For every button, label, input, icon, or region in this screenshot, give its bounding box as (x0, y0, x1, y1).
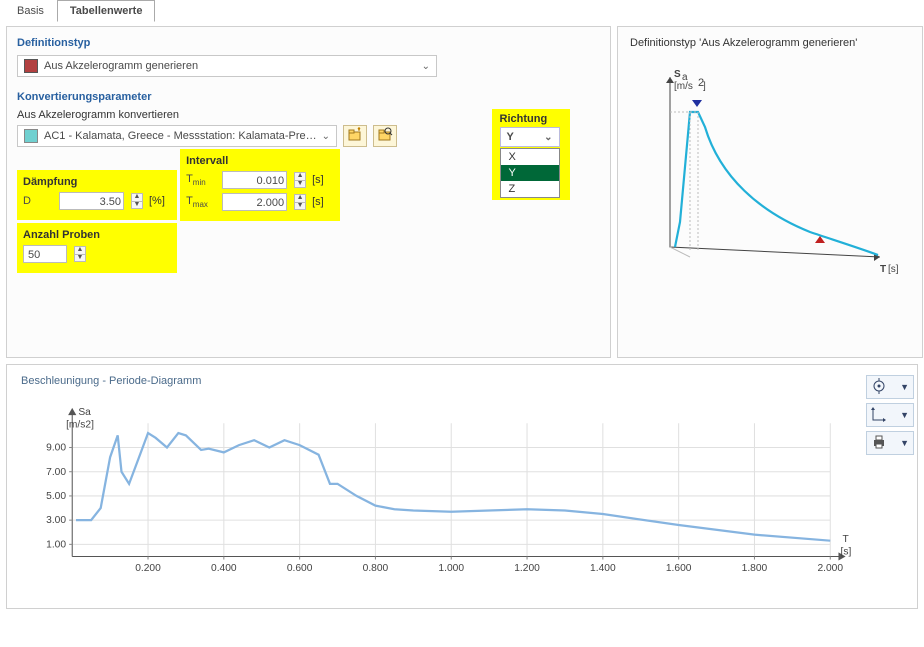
svg-text:1.000: 1.000 (438, 563, 464, 574)
svg-text:5.00: 5.00 (46, 491, 66, 502)
printer-icon (871, 434, 887, 453)
svg-text:2.000: 2.000 (817, 563, 843, 574)
chevron-down-icon: ⌄ (422, 61, 430, 72)
svg-text:T: T (880, 264, 886, 275)
svg-text:1.400: 1.400 (590, 563, 616, 574)
section-konvertierungsparameter: Konvertierungsparameter (17, 91, 600, 103)
axis-tool-button[interactable]: ▼ (866, 403, 914, 427)
tab-tabellenwerte[interactable]: Tabellenwerte (57, 0, 156, 22)
accelerogram-dropdown[interactable]: AC1 - Kalamata, Greece - Messstation: Ka… (17, 125, 337, 147)
tmax-spinner[interactable]: ▲▼ (294, 194, 306, 210)
samples-spinner[interactable]: ▲▼ (74, 246, 86, 262)
accel-convert-label: Aus Akzelerogramm konvertieren (17, 109, 492, 121)
open-folder-icon (377, 127, 393, 146)
svg-text:0.200: 0.200 (135, 563, 161, 574)
print-tool-button[interactable]: ▼ (866, 431, 914, 455)
damping-input[interactable]: 3.50 (59, 192, 124, 210)
svg-text:9.00: 9.00 (46, 443, 66, 454)
deftype-swatch-icon (24, 59, 38, 73)
accelerogram-value: AC1 - Kalamata, Greece - Messstation: Ka… (44, 130, 317, 142)
svg-text:1.200: 1.200 (514, 563, 540, 574)
samples-title: Anzahl Proben (23, 229, 167, 241)
damping-spinner[interactable]: ▲▼ (131, 193, 143, 209)
deftype-value: Aus Akzelerogramm generieren (44, 60, 198, 72)
svg-text:[m/s: [m/s (674, 81, 693, 92)
svg-text:0.600: 0.600 (287, 563, 313, 574)
svg-text:S: S (674, 69, 681, 80)
preview-title: Definitionstyp 'Aus Akzelerogramm generi… (630, 37, 910, 49)
axes-icon (871, 406, 887, 425)
damping-title: Dämpfung (23, 176, 167, 188)
svg-text:[m/s2]: [m/s2] (66, 419, 94, 430)
chevron-down-icon: ▼ (900, 382, 909, 392)
svg-text:0.800: 0.800 (363, 563, 389, 574)
definitionstyp-dropdown[interactable]: Aus Akzelerogramm generieren ⌄ (17, 55, 437, 77)
series-swatch-icon (24, 129, 38, 143)
svg-text:0.400: 0.400 (211, 563, 237, 574)
richtung-option-y[interactable]: Y (501, 165, 559, 181)
chevron-down-icon: ⌄ (544, 132, 552, 143)
open-folder-button[interactable] (373, 125, 397, 147)
svg-text:1.800: 1.800 (742, 563, 768, 574)
svg-text:T: T (843, 534, 850, 545)
richtung-dropdown[interactable]: Y ⌄ (500, 127, 560, 147)
svg-text:[s]: [s] (841, 546, 852, 557)
section-definitionstyp: Definitionstyp (17, 37, 600, 49)
richtung-option-x[interactable]: X (501, 149, 559, 165)
interval-title: Intervall (186, 155, 330, 167)
tmin-unit: [s] (312, 174, 324, 186)
svg-text:1.600: 1.600 (666, 563, 692, 574)
new-folder-button[interactable] (343, 125, 367, 147)
tmin-input[interactable]: 0.010 (222, 171, 287, 189)
preview-chart: Sa [m/s2] T [s] (630, 57, 910, 317)
zoom-tool-button[interactable]: ▼ (866, 375, 914, 399)
svg-text:3.00: 3.00 (46, 515, 66, 526)
svg-text:]: ] (703, 81, 706, 92)
svg-text:[s]: [s] (888, 264, 899, 275)
tmax-input[interactable]: 2.000 (222, 193, 287, 211)
samples-input[interactable]: 50 (23, 245, 67, 263)
tmax-unit: [s] (312, 196, 324, 208)
richtung-options-list: X Y Z (500, 148, 560, 198)
damping-unit: [%] (149, 195, 165, 207)
svg-text:7.00: 7.00 (46, 467, 66, 478)
tmax-label: Tmax (186, 195, 216, 209)
target-icon (871, 378, 887, 397)
svg-text:Sa: Sa (78, 407, 91, 418)
richtung-label: Richtung (500, 113, 562, 125)
chevron-down-icon: ⌄ (322, 131, 330, 142)
chevron-down-icon: ▼ (900, 438, 909, 448)
tmin-spinner[interactable]: ▲▼ (294, 172, 306, 188)
response-spectrum-chart: Sa [m/s2] T [s] 1.00 3.00 5.00 7.00 9.00 0.2… (21, 395, 861, 595)
chart-title: Beschleunigung - Periode-Diagramm (21, 375, 903, 387)
richtung-option-z[interactable]: Z (501, 181, 559, 197)
svg-text:1.00: 1.00 (46, 539, 66, 550)
tmin-label: Tmin (186, 173, 216, 187)
new-folder-icon (347, 127, 363, 146)
richtung-selected: Y (507, 131, 514, 143)
tab-basis[interactable]: Basis (4, 0, 57, 22)
damping-label: D (23, 195, 53, 207)
chevron-down-icon: ▼ (900, 410, 909, 420)
